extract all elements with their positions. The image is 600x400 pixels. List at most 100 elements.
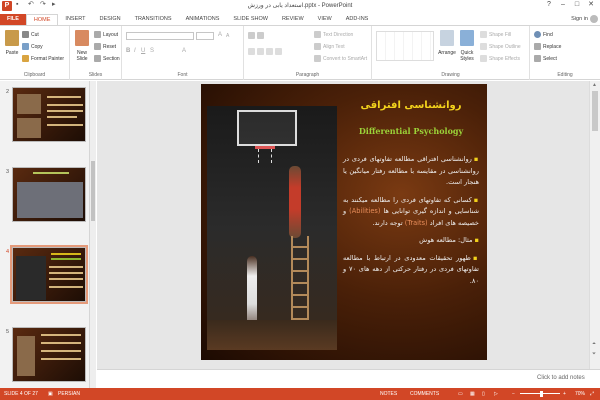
bullet-item: ▪مثال: مطالعه هوش (419, 236, 479, 244)
shape-effects-button[interactable]: Shape Effects (480, 55, 520, 62)
quick-styles-button[interactable]: Quick Styles (458, 30, 476, 62)
font-label: Font (177, 72, 188, 78)
paste-button[interactable]: Paste (3, 30, 21, 56)
grow-font-button[interactable]: A (218, 32, 222, 38)
font-color-button[interactable]: A (182, 48, 186, 54)
align-center-icon (257, 48, 264, 55)
bold-button[interactable]: B (126, 48, 130, 54)
new-slide-button[interactable]: New Slide (72, 30, 92, 62)
reset-icon (94, 43, 101, 50)
zoom-level[interactable]: 70% (575, 391, 585, 397)
replace-button[interactable]: Replace (534, 43, 561, 50)
slide-thumbnail[interactable] (12, 87, 86, 142)
clipboard-group: Paste Cut Copy Format Painter Clipboard (0, 26, 70, 80)
notes-button[interactable]: NOTES (380, 391, 397, 397)
underline-button[interactable]: U (141, 48, 145, 54)
slide-sorter-icon[interactable]: ▦ (470, 391, 475, 397)
align-buttons[interactable] (248, 48, 282, 55)
tab-add-ins[interactable]: ADD-INS (339, 14, 376, 25)
shrink-font-button[interactable]: A (226, 33, 229, 39)
tab-file[interactable]: FILE (0, 14, 26, 25)
normal-view-icon[interactable]: ▭ (458, 391, 463, 397)
slide-thumbnail-selected[interactable] (10, 245, 88, 304)
italic-button[interactable]: I (134, 48, 136, 54)
slide-title[interactable]: روانشناسی افتراقی (341, 100, 481, 111)
select-icon (534, 55, 541, 62)
cut-button[interactable]: Cut (22, 31, 39, 38)
tab-view[interactable]: VIEW (311, 14, 339, 25)
shape-outline-button[interactable]: Shape Outline (480, 43, 521, 50)
zoom-in-icon[interactable]: + (563, 391, 566, 397)
bullets-button[interactable] (248, 32, 264, 39)
avatar[interactable] (590, 15, 598, 23)
next-slide-icon[interactable]: ⏷ (592, 351, 596, 357)
prev-slide-icon[interactable]: ⏶ (592, 341, 596, 347)
font-size-combo[interactable] (196, 32, 214, 40)
effects-icon (480, 55, 487, 62)
shape-fill-button[interactable]: Shape Fill (480, 31, 511, 38)
tab-animations[interactable]: ANIMATIONS (179, 14, 227, 25)
arrange-button[interactable]: Arrange (438, 30, 456, 56)
reading-view-icon[interactable]: ▯ (482, 391, 485, 397)
sign-in-link[interactable]: Sign in (571, 16, 588, 22)
shapes-gallery[interactable] (376, 31, 434, 61)
title-bar: P ▪ ↶ ↷ ▸ استعداد یابی در ورزش.pptx - Po… (0, 0, 600, 12)
slide-thumbnail[interactable] (12, 327, 86, 382)
font-name-combo[interactable] (126, 32, 194, 40)
tab-review[interactable]: REVIEW (275, 14, 311, 25)
minimize-icon[interactable]: – (556, 0, 570, 10)
format-painter-button[interactable]: Format Painter (22, 55, 64, 62)
copy-button[interactable]: Copy (22, 43, 43, 50)
brush-icon (22, 55, 29, 62)
scroll-up-icon[interactable]: ▲ (592, 82, 597, 88)
tab-insert[interactable]: INSERT (58, 14, 92, 25)
scrollbar-thumb[interactable] (91, 161, 95, 221)
layout-button[interactable]: Layout (94, 31, 118, 38)
current-slide[interactable]: روانشناسی افتراقی Differential Psycholog… (201, 84, 487, 360)
tab-home[interactable]: HOME (25, 14, 59, 25)
zoom-out-icon[interactable]: − (512, 391, 515, 397)
align-right-icon (266, 48, 273, 55)
tab-transitions[interactable]: TRANSITIONS (128, 14, 179, 25)
text-direction-button[interactable]: Text Direction (314, 31, 353, 38)
language-indicator[interactable]: PERSIAN (58, 391, 80, 397)
backboard (237, 110, 297, 146)
maximize-icon[interactable]: □ (570, 0, 584, 10)
align-text-icon (314, 43, 321, 50)
status-bar: SLIDE 4 OF 27 ▣ PERSIAN NOTES COMMENTS ▭… (0, 388, 600, 400)
help-icon[interactable]: ? (542, 0, 556, 10)
paste-icon (5, 30, 19, 46)
thumbnails-scrollbar[interactable] (90, 81, 96, 388)
scrollbar-thumb[interactable] (592, 91, 598, 131)
align-left-icon (248, 48, 255, 55)
notes-pane[interactable]: Click to add notes (97, 369, 600, 388)
smartart-icon (314, 55, 321, 62)
fit-slide-icon[interactable]: ⤢ (590, 391, 594, 397)
slide-counter: SLIDE 4 OF 27 (4, 391, 38, 397)
copy-icon (22, 43, 29, 50)
slide-body[interactable]: ▪روانشناسی افتراقی مطالعه تفاوتهای فردی … (343, 154, 479, 293)
reset-button[interactable]: Reset (94, 43, 116, 50)
slide-subtitle[interactable]: Differential Psychology (341, 126, 481, 136)
tab-design[interactable]: DESIGN (93, 14, 128, 25)
zoom-knob[interactable] (540, 391, 543, 397)
find-button[interactable]: Find (534, 31, 553, 38)
convert-smartart-button[interactable]: Convert to SmartArt (314, 55, 367, 62)
select-button[interactable]: Select (534, 55, 557, 62)
editor-scrollbar[interactable]: ▲ ⏶ ⏷ (589, 81, 600, 369)
clipboard-label: Clipboard (23, 72, 46, 78)
slideshow-icon[interactable]: ▷ (494, 391, 498, 397)
align-text-button[interactable]: Align Text (314, 43, 345, 50)
thumb-number: 4 (6, 249, 10, 255)
ribbon: Paste Cut Copy Format Painter Clipboard … (0, 25, 600, 80)
layout-icon (94, 31, 101, 38)
slide-thumbnail[interactable] (12, 167, 86, 222)
player-dunking (289, 166, 301, 238)
spellcheck-icon[interactable]: ▣ (48, 391, 53, 397)
tab-slide-show[interactable]: SLIDE SHOW (226, 14, 275, 25)
section-button[interactable]: Section (94, 55, 120, 62)
close-icon[interactable]: ✕ (584, 0, 598, 10)
comments-button[interactable]: COMMENTS (410, 391, 439, 397)
strikethrough-button[interactable]: S (150, 48, 154, 54)
quick-styles-icon (460, 30, 474, 46)
